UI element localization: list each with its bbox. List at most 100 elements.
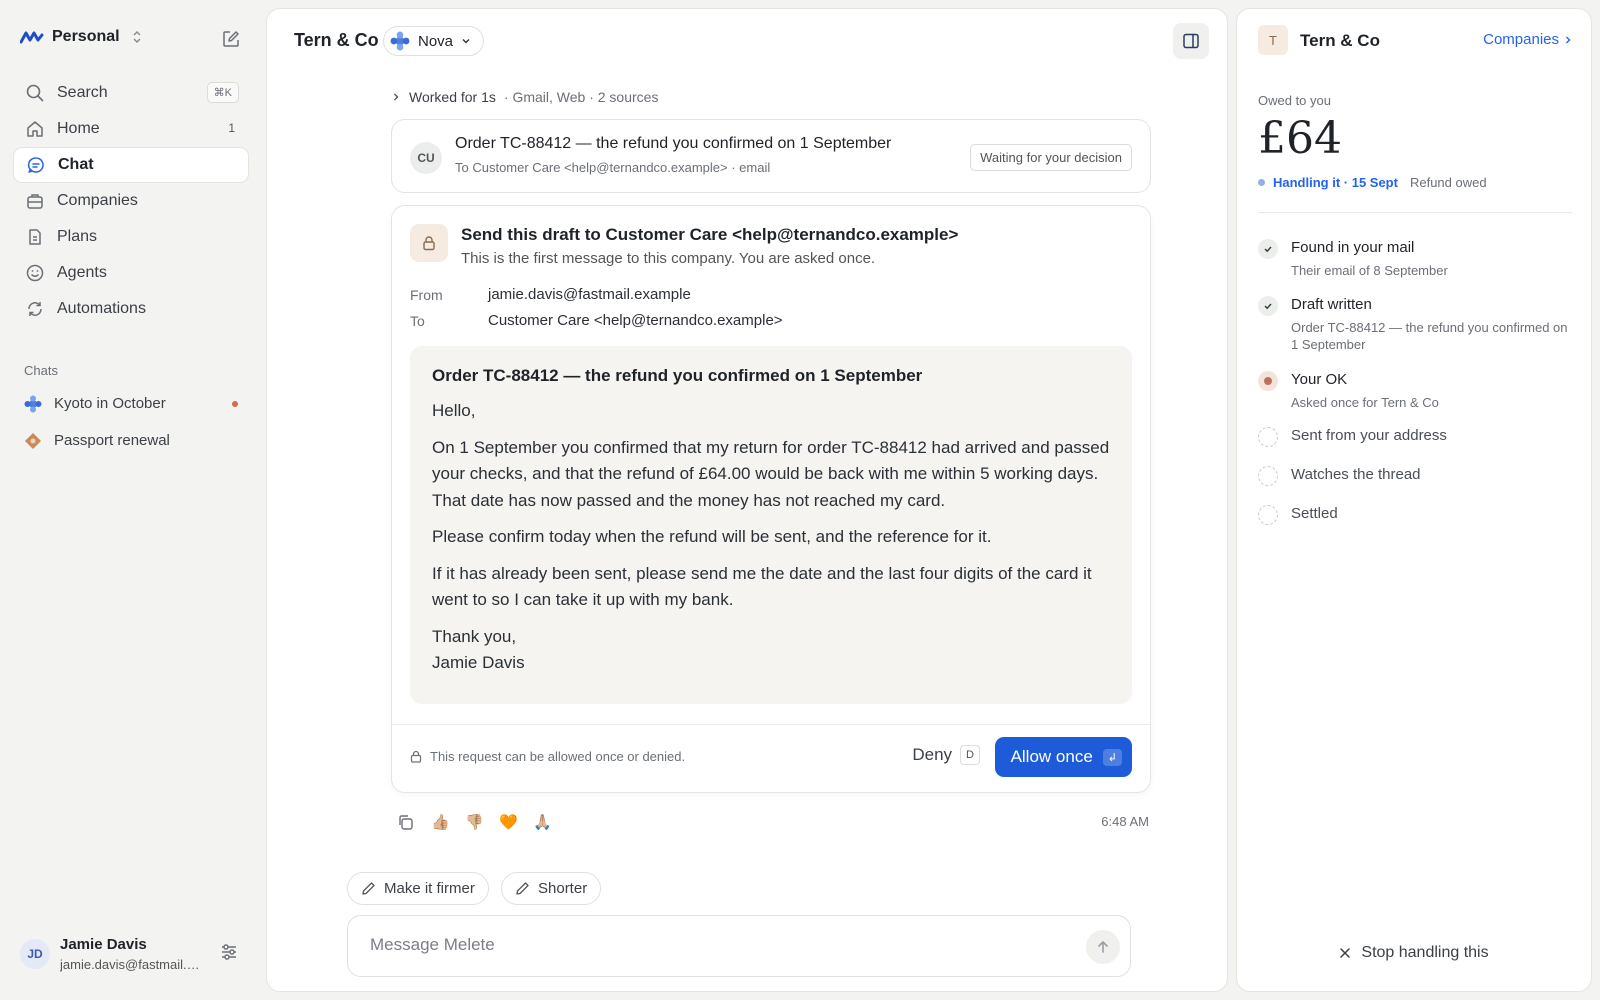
to-label: To xyxy=(410,313,425,329)
nav-plans[interactable]: Plans xyxy=(13,219,249,255)
suggestion-label: Make it firmer xyxy=(384,880,475,897)
home-badge: 1 xyxy=(228,121,235,135)
agent-selector[interactable]: Nova xyxy=(383,26,485,56)
companies-link-label: Companies xyxy=(1483,31,1559,48)
nav-automations[interactable]: Automations xyxy=(13,291,249,327)
step-title: Sent from your address xyxy=(1291,427,1447,444)
email-signature: Jamie Davis xyxy=(432,653,525,672)
user-profile[interactable]: JD Jamie Davis jamie.davis@fastmail.exam… xyxy=(20,936,244,972)
empty-circle-icon xyxy=(1258,505,1278,525)
chat-item-passport[interactable]: Passport renewal xyxy=(20,422,244,459)
email-preview: Order TC-88412 — the refund you confirme… xyxy=(410,346,1132,704)
automation-icon xyxy=(25,299,45,319)
to-value: Customer Care <help@ternandco.example> xyxy=(488,312,783,329)
nav-search[interactable]: Search ⌘K xyxy=(13,75,249,111)
toggle-sidepanel-button[interactable] xyxy=(1173,23,1209,59)
chat-item-label: Kyoto in October xyxy=(54,395,166,412)
email-paragraph: On 1 September you confirmed that my ret… xyxy=(432,437,1110,510)
chats-section-label: Chats xyxy=(24,363,58,378)
stop-handling-label: Stop handling this xyxy=(1361,944,1489,961)
main-nav: Search ⌘K Home 1 Chat Companies Plans Ag… xyxy=(13,75,249,327)
from-label: From xyxy=(410,287,443,303)
settings-sliders-icon[interactable] xyxy=(220,936,238,961)
pencil-icon xyxy=(361,881,376,896)
company-avatar: T xyxy=(1258,25,1288,55)
order-title: Order TC-88412 — the refund you confirme… xyxy=(455,135,892,152)
company-sidepanel: T Tern & Co Companies Owed to you £64 Ha… xyxy=(1236,8,1592,992)
email-signoff: Thank you, Jamie Davis xyxy=(432,624,1110,677)
chat-item-kyoto[interactable]: Kyoto in October xyxy=(20,385,244,422)
step-title: Found in your mail xyxy=(1291,239,1415,256)
worked-meta: · Gmail, Web · 2 sources xyxy=(503,89,659,105)
agent-name: Nova xyxy=(418,32,454,50)
order-recipient: To Customer Care <help@ternandco.example… xyxy=(455,160,771,175)
nav-agents-label: Agents xyxy=(57,264,107,281)
nav-agents[interactable]: Agents xyxy=(13,255,249,291)
page-title: Tern & Co xyxy=(294,30,379,50)
message-composer xyxy=(347,915,1131,977)
step-sub: Order TC-88412 — the refund you confirme… xyxy=(1291,320,1568,352)
message-reactions: 👍🏼 👎🏼 🧡 🙏🏼 xyxy=(397,813,552,831)
thumbs-down-icon[interactable]: 👎🏼 xyxy=(465,813,484,831)
smiley-icon xyxy=(25,263,45,283)
owed-label: Owed to you xyxy=(1258,93,1331,108)
email-paragraph: If it has already been sent, please send… xyxy=(432,563,1092,610)
message-timestamp: 6:48 AM xyxy=(1101,814,1149,829)
draft-actions: This request can be allowed once or deni… xyxy=(392,724,1150,792)
step-sub: Their email of 8 September xyxy=(1291,263,1448,278)
pray-icon[interactable]: 🙏🏼 xyxy=(533,813,552,831)
nav-home-label: Home xyxy=(57,120,100,137)
nav-chat[interactable]: Chat xyxy=(13,147,249,183)
lock-icon xyxy=(410,224,448,262)
document-icon xyxy=(25,227,45,247)
user-name: Jamie Davis xyxy=(60,936,147,953)
pencil-icon xyxy=(515,881,530,896)
nav-companies[interactable]: Companies xyxy=(13,183,249,219)
lock-icon xyxy=(410,750,422,763)
unread-dot xyxy=(232,401,238,407)
company-name: Tern & Co xyxy=(1300,31,1380,50)
chat-list: Kyoto in October Passport renewal xyxy=(20,385,244,459)
step-sub: Asked once for Tern & Co xyxy=(1291,395,1439,410)
deny-button[interactable]: Deny D xyxy=(912,745,980,765)
nav-companies-label: Companies xyxy=(57,192,138,209)
message-input[interactable] xyxy=(370,935,1050,955)
chevron-updown-icon xyxy=(132,30,142,44)
status-dot xyxy=(1258,179,1265,186)
nav-automations-label: Automations xyxy=(57,300,146,317)
step-title: Your OK xyxy=(1291,371,1348,388)
worked-summary[interactable]: Worked for 1s · Gmail, Web · 2 sources xyxy=(391,89,658,105)
stop-handling-button[interactable]: Stop handling this xyxy=(1237,944,1591,962)
suggestion-label: Shorter xyxy=(538,880,588,897)
status-badge: Waiting for your decision xyxy=(970,144,1132,171)
thumbs-up-icon[interactable]: 👍🏼 xyxy=(431,813,450,831)
close-icon xyxy=(1339,947,1351,959)
workspace-switcher[interactable]: Personal xyxy=(20,28,142,46)
avatar: JD xyxy=(20,939,50,969)
send-button[interactable] xyxy=(1086,930,1120,964)
deny-label: Deny xyxy=(912,745,953,764)
conversation-panel: Tern & Co Nova Worked for 1s · Gmail, We… xyxy=(266,8,1228,992)
nav-home[interactable]: Home 1 xyxy=(13,111,249,147)
step-title: Draft written xyxy=(1291,296,1372,313)
allow-label: Allow once xyxy=(1010,747,1093,766)
suggestion-firmer[interactable]: Make it firmer xyxy=(347,872,489,905)
draft-heading: Send this draft to Customer Care <help@t… xyxy=(461,225,959,244)
email-subject: Order TC-88412 — the refund you confirme… xyxy=(432,366,923,385)
copy-icon[interactable] xyxy=(397,814,414,831)
from-value: jamie.davis@fastmail.example xyxy=(488,286,691,303)
step-title: Watches the thread xyxy=(1291,466,1421,483)
suggestion-shorter[interactable]: Shorter xyxy=(501,872,602,905)
allow-once-button[interactable]: Allow once ↲ xyxy=(994,737,1132,777)
step-title: Settled xyxy=(1291,505,1338,522)
companies-link[interactable]: Companies xyxy=(1483,31,1573,48)
agent-avatar-icon xyxy=(24,395,42,413)
search-shortcut: ⌘K xyxy=(206,82,239,103)
heart-icon[interactable]: 🧡 xyxy=(499,813,518,831)
nav-search-label: Search xyxy=(57,84,108,101)
compose-icon[interactable] xyxy=(222,30,240,48)
order-thread-card[interactable]: CU Order TC-88412 — the refund you confi… xyxy=(391,119,1151,193)
worked-label: Worked for 1s xyxy=(409,89,496,105)
passport-icon xyxy=(24,432,42,450)
chevron-right-icon xyxy=(1563,35,1573,45)
